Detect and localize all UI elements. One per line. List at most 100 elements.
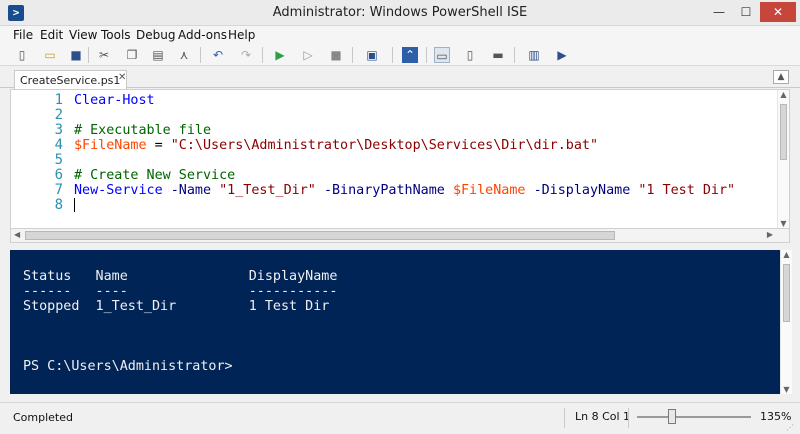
editor-vertical-scrollbar[interactable]: ▲ ▼ xyxy=(777,90,789,228)
status-bar: Completed Ln 8 Col 1 135% ⋰ xyxy=(0,402,800,434)
scroll-up-icon[interactable]: ▲ xyxy=(778,90,789,99)
tab-close-icon[interactable]: ✕ xyxy=(118,72,126,83)
toolbar-separator xyxy=(88,47,89,63)
menu-edit[interactable]: Edit xyxy=(40,28,63,42)
scrollbar-thumb[interactable] xyxy=(25,231,615,240)
scroll-down-icon[interactable]: ▼ xyxy=(778,219,789,228)
maximize-button[interactable]: ☐ xyxy=(733,2,759,22)
menu-debug[interactable]: Debug xyxy=(136,28,175,42)
status-separator xyxy=(564,408,565,428)
window-title: Administrator: Windows PowerShell ISE xyxy=(272,5,528,20)
collapse-script-pane-button[interactable]: ▲ xyxy=(773,70,789,84)
console-line: PS C:\Users\Administrator> xyxy=(23,359,233,374)
code-line[interactable]: Clear-Host xyxy=(74,93,155,108)
powershell-ise-window: > Administrator: Windows PowerShell ISE … xyxy=(0,0,800,434)
paste-icon[interactable]: ▤ xyxy=(150,47,166,63)
script-tab-strip: CreateService.ps1 ✕ ▲ xyxy=(0,66,800,89)
open-icon[interactable]: ▭ xyxy=(42,47,58,63)
toolbar-separator xyxy=(392,47,393,63)
save-icon[interactable]: ■ xyxy=(68,47,84,63)
scrollbar-thumb[interactable] xyxy=(780,104,787,160)
remote-powershell-icon[interactable]: ▣ xyxy=(364,47,380,63)
editor-horizontal-scrollbar[interactable]: ◀ ▶ xyxy=(10,229,790,243)
menu-help[interactable]: Help xyxy=(228,28,255,42)
minimize-button[interactable]: — xyxy=(706,2,732,22)
toolbar-separator xyxy=(262,47,263,63)
line-number: 6 xyxy=(54,167,63,183)
toolbar-separator xyxy=(514,47,515,63)
redo-icon[interactable]: ↷ xyxy=(238,47,254,63)
code-line[interactable]: # Executable file xyxy=(74,123,211,138)
console-line: ------ ---- ----------- xyxy=(23,284,338,299)
console-pane[interactable]: Status Name DisplayName ------ ---- -----… xyxy=(10,250,780,394)
pane-splitter[interactable] xyxy=(0,243,800,250)
code-token: -DisplayName xyxy=(533,183,631,198)
cut-icon[interactable]: ✂ xyxy=(96,47,112,63)
scroll-up-icon[interactable]: ▲ xyxy=(781,250,792,259)
code-area[interactable]: Clear-Host # Executable file $FileName = "… xyxy=(74,90,774,228)
menu-view[interactable]: View xyxy=(69,28,97,42)
zoom-level: 135% xyxy=(760,410,792,423)
show-script-maximized-icon[interactable]: ▬ xyxy=(490,47,506,63)
close-button[interactable]: ✕ xyxy=(760,2,796,22)
code-token: "C:\Users\Administrator\Desktop\Services… xyxy=(170,138,599,153)
resize-grip-icon[interactable]: ⋰ xyxy=(786,423,794,432)
menu-add-ons[interactable]: Add-ons xyxy=(178,28,227,42)
menu-bar: File Edit View Tools Debug Add-ons Help xyxy=(0,26,800,44)
title-bar[interactable]: > Administrator: Windows PowerShell ISE … xyxy=(0,0,800,26)
code-token: = xyxy=(146,138,171,153)
scroll-down-icon[interactable]: ▼ xyxy=(781,385,792,394)
line-number: 1 xyxy=(54,92,63,108)
line-number: 4 xyxy=(54,137,63,153)
undo-icon[interactable]: ↶ xyxy=(210,47,226,63)
stop-icon[interactable]: ■ xyxy=(328,47,344,63)
toolbar-separator xyxy=(426,47,427,63)
code-token: $FileName xyxy=(452,183,526,198)
scrollbar-thumb[interactable] xyxy=(783,264,790,322)
powershell-console-icon[interactable]: ⌃ xyxy=(402,47,418,63)
tab-label: CreateService.ps1 xyxy=(20,74,121,87)
line-number-gutter: 12345678 xyxy=(11,90,63,228)
code-line[interactable] xyxy=(74,198,75,214)
run-script-icon[interactable]: ▶ xyxy=(272,47,288,63)
toolbar-separator xyxy=(200,47,201,63)
toolbar-separator xyxy=(352,47,353,63)
toolbar: ▯ ▭ ■ ✂ ❐ ▤ ⋏ ↶ ↷ ▶ ▷ ■ ▣ ⌃ ▭ ▯ ▬ ▥ ▶ xyxy=(0,44,800,66)
code-token: # Create New Service xyxy=(74,168,236,183)
scroll-left-icon[interactable]: ◀ xyxy=(14,230,20,239)
code-line[interactable]: # Create New Service xyxy=(74,168,235,183)
zoom-slider[interactable] xyxy=(637,416,751,418)
script-editor[interactable]: 12345678 Clear-Host # Executable file $Fil… xyxy=(10,89,790,229)
code-token: # Executable file xyxy=(74,123,212,138)
show-script-top-icon[interactable]: ▭ xyxy=(434,47,450,63)
show-script-right-icon[interactable]: ▯ xyxy=(462,47,478,63)
copy-icon[interactable]: ❐ xyxy=(124,47,140,63)
console-horizontal-scrollbar[interactable] xyxy=(10,394,792,400)
show-command-addon-icon[interactable]: ▶ xyxy=(554,47,570,63)
code-token: "1_Test_Dir" xyxy=(219,183,316,198)
console-vertical-scrollbar[interactable]: ▲ ▼ xyxy=(780,250,792,394)
menu-file[interactable]: File xyxy=(13,28,33,42)
zoom-slider-thumb[interactable] xyxy=(668,409,677,424)
console-line: Status Name DisplayName xyxy=(23,269,338,284)
line-number: 5 xyxy=(54,152,63,168)
code-line[interactable]: New-Service -Name "1_Test_Dir" -BinaryPa… xyxy=(74,183,735,198)
menu-tools[interactable]: Tools xyxy=(101,28,131,42)
line-number: 8 xyxy=(54,197,63,213)
line-number: 2 xyxy=(54,107,63,123)
clear-console-icon[interactable]: ⋏ xyxy=(176,47,192,63)
line-number: 7 xyxy=(54,182,63,198)
code-line[interactable]: $FileName = "C:\Users\Administrator\Desk… xyxy=(74,138,598,153)
tab-createservice[interactable]: CreateService.ps1 ✕ xyxy=(14,70,127,89)
run-selection-icon[interactable]: ▷ xyxy=(300,47,316,63)
show-command-window-icon[interactable]: ▥ xyxy=(526,47,542,63)
scroll-right-icon[interactable]: ▶ xyxy=(767,230,773,239)
console-line: Stopped 1_Test_Dir 1 Test Dir xyxy=(23,299,330,314)
new-script-icon[interactable]: ▯ xyxy=(14,47,30,63)
line-number: 3 xyxy=(54,122,63,138)
